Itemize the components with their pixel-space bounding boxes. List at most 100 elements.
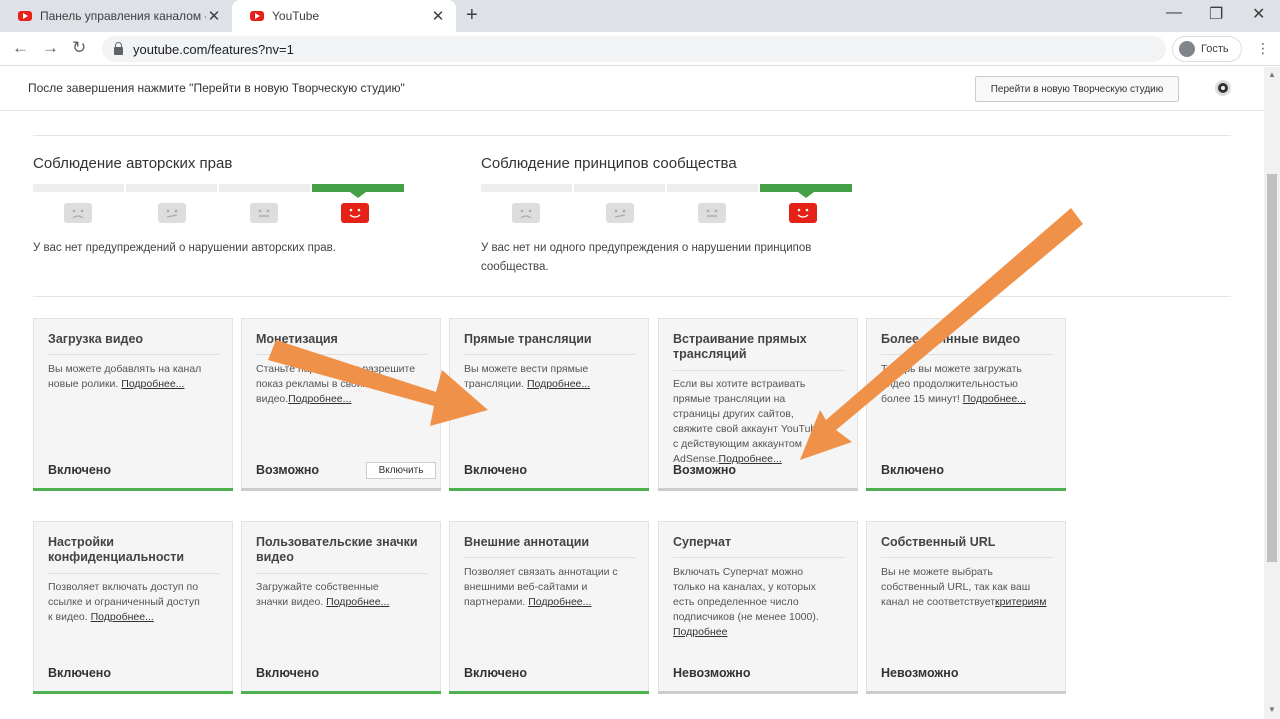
feature-card-description: Позволяет включать доступ по ссылке и огр…: [48, 580, 226, 625]
scroll-down-icon[interactable]: ▼: [1268, 705, 1276, 714]
browser-tab-bar: Панель управления каналом - Y ✕ YouTube …: [0, 0, 1280, 32]
new-tab-icon[interactable]: +: [466, 4, 478, 27]
description-text: только на каналах, у которых: [673, 581, 816, 593]
strike-level-bar: [481, 184, 572, 192]
feature-card-description-line: с действующим аккаунтом: [673, 437, 851, 452]
learn-more-link[interactable]: Подробнее...: [528, 596, 591, 608]
learn-more-link[interactable]: Подробнее...: [963, 393, 1026, 405]
feature-card-status-bar: [33, 488, 233, 491]
description-text: прямые трансляции на: [673, 393, 786, 405]
menu-dots-icon[interactable]: ⋮: [1256, 40, 1270, 57]
youtube-favicon-icon: [18, 11, 32, 21]
reload-icon[interactable]: ↻: [72, 38, 86, 58]
learn-more-link[interactable]: Подробнее...: [527, 378, 590, 390]
learn-more-link[interactable]: Подробнее: [673, 626, 727, 638]
go-to-new-studio-button[interactable]: Перейти в новую Творческую студию: [975, 76, 1179, 102]
channel-avatar-icon[interactable]: [1213, 79, 1233, 97]
description-text: Если вы хотите встраивать: [673, 378, 806, 390]
description-text: есть определенное число: [673, 596, 799, 608]
description-text: более 15 минут!: [881, 393, 963, 405]
feature-card-status-bar: [866, 488, 1066, 491]
page-scrollbar[interactable]: ▲ ▼: [1264, 67, 1280, 719]
enable-button[interactable]: Включить: [366, 462, 436, 479]
feature-card: Настройки конфиденциальности Позволяет вк…: [33, 521, 233, 694]
feature-card-description-line: партнерами. Подробнее...: [464, 595, 642, 610]
close-tab-icon[interactable]: ✕: [430, 7, 446, 25]
feature-card: Более длинные видео Теперь вы можете загр…: [866, 318, 1066, 491]
strike-level-bar: [33, 184, 124, 192]
lock-icon: [114, 41, 123, 55]
feature-card-separator: [256, 573, 428, 574]
sad-face-icon: [64, 203, 92, 223]
description-text: собственный URL, так как ваш: [881, 581, 1031, 593]
learn-more-link[interactable]: Подробнее...: [91, 611, 154, 623]
feature-card-description-line: канал не соответствуеткритериям: [881, 595, 1059, 610]
feature-card-description-line: Позволяет включать доступ по: [48, 580, 226, 595]
description-text: Включать Суперчат можно: [673, 566, 804, 578]
learn-more-link[interactable]: критериям: [995, 596, 1046, 608]
description-text: Вы можете добавлять на канал: [48, 363, 202, 375]
feature-card-description-line: ссылке и ограниченный доступ: [48, 595, 226, 610]
tab-channel-dashboard[interactable]: Панель управления каналом - Y ✕: [0, 0, 232, 32]
feature-card-description-line: видео продолжительностью: [881, 377, 1059, 392]
description-text: подписчиков (не менее 1000).: [673, 611, 819, 623]
scrollbar-thumb[interactable]: [1267, 174, 1277, 562]
feature-card-separator: [48, 354, 220, 355]
youtube-favicon-icon: [250, 11, 264, 21]
divider: [33, 296, 1231, 297]
feature-card-description: Если вы хотите встраивать прямые трансляц…: [673, 377, 851, 467]
feature-card-description-line: свяжите свой аккаунт YouTube: [673, 422, 851, 437]
minimize-icon[interactable]: —: [1166, 4, 1182, 22]
description-text: канал не соответствует: [881, 596, 996, 608]
profile-button[interactable]: Гость: [1172, 36, 1242, 62]
learn-more-link[interactable]: Подробнее...: [326, 596, 389, 608]
feature-card-separator: [464, 557, 636, 558]
feature-card-status-bar: [33, 691, 233, 694]
feature-card: Встраивание прямых трансляций Если вы хот…: [658, 318, 858, 491]
strike-level-bar-active: [760, 184, 852, 198]
feature-card-description-line: Если вы хотите встраивать: [673, 377, 851, 392]
feature-card-title: Внешние аннотации: [464, 535, 590, 549]
learn-more-link[interactable]: Подробнее...: [288, 393, 351, 405]
feature-card-description-line: собственный URL, так как ваш: [881, 580, 1059, 595]
feature-card-separator: [464, 354, 636, 355]
feature-card-title: Пользовательские значки видео: [256, 535, 418, 564]
scroll-up-icon[interactable]: ▲: [1268, 70, 1276, 79]
feature-card: Прямые трансляции Вы можете вести прямые т…: [449, 318, 649, 491]
feature-card-status-bar: [241, 488, 441, 491]
url-text: youtube.com/features?nv=1: [133, 41, 294, 57]
strike-level-bar: [667, 184, 758, 192]
close-window-icon[interactable]: ✕: [1252, 4, 1265, 24]
profile-label: Гость: [1201, 43, 1229, 55]
strike-level-bar: [126, 184, 217, 192]
feature-card-status: Включено: [464, 463, 527, 477]
description-text: к видео.: [48, 611, 91, 623]
description-text: партнерами.: [464, 596, 529, 608]
learn-more-link[interactable]: Подробнее...: [121, 378, 184, 390]
close-tab-icon[interactable]: ✕: [206, 7, 222, 25]
feature-card-title: Более длинные видео: [881, 332, 1021, 346]
feature-card-description-line: есть определенное число: [673, 595, 851, 610]
feature-card-status: Возможно: [673, 463, 737, 477]
description-text: Позволяет связать аннотации с: [464, 566, 618, 578]
feature-card-description-line: только на каналах, у которых: [673, 580, 851, 595]
address-bar[interactable]: youtube.com/features?nv=1: [102, 36, 1166, 62]
copyright-title: Соблюдение авторских прав: [33, 155, 233, 172]
avatar-icon: [1179, 41, 1195, 57]
unsure-face-icon: [158, 203, 186, 223]
feature-card-description-line: трансляции. Подробнее...: [464, 377, 642, 392]
feature-card-status: Невозможно: [881, 666, 959, 680]
back-icon[interactable]: ←: [12, 38, 29, 58]
community-description-line: сообщества.: [481, 261, 549, 273]
feature-card-separator: [673, 370, 845, 371]
feature-card-description: Включать Суперчат можно только на каналах…: [673, 565, 851, 640]
restore-icon[interactable]: ❐: [1209, 4, 1223, 24]
description-text: Позволяет включать доступ по: [48, 581, 199, 593]
tab-youtube[interactable]: YouTube ✕: [232, 0, 456, 32]
community-title: Соблюдение принципов сообщества: [481, 155, 737, 172]
strike-level-bar-active: [312, 184, 404, 198]
happy-face-icon: [789, 203, 817, 223]
description-text: с действующим аккаунтом: [673, 438, 802, 450]
forward-icon[interactable]: →: [42, 38, 59, 58]
strike-level-bar: [219, 184, 310, 192]
